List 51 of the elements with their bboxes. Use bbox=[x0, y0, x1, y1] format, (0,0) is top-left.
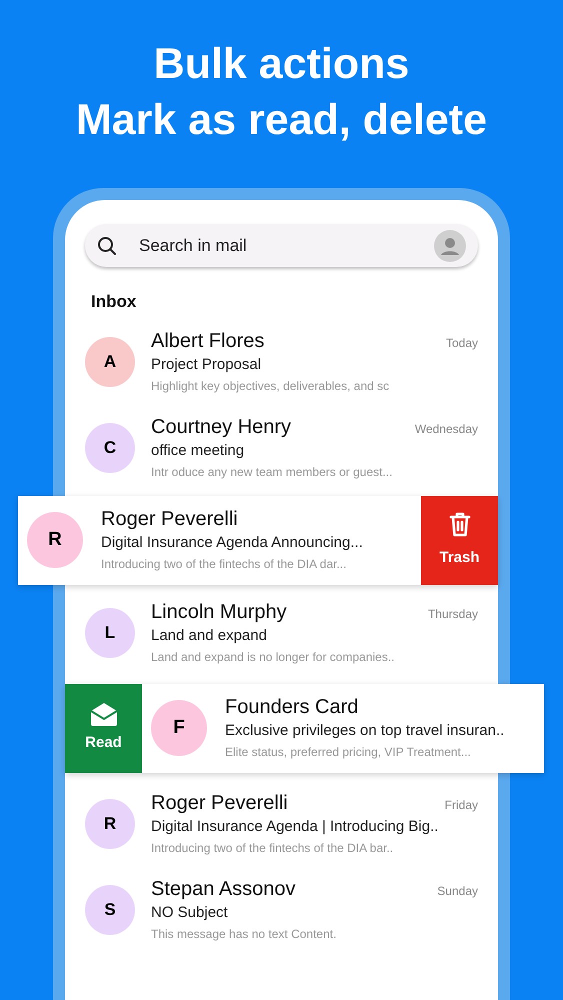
email-subject: Land and expand bbox=[151, 626, 268, 646]
search-icon bbox=[97, 236, 117, 256]
trash-icon bbox=[448, 510, 470, 537]
avatar: F bbox=[151, 700, 207, 756]
email-row[interactable]: R Roger Peverelli Digital Insurance Agenda Announcing... Introducing two of the fintechs of the DIA dar... Trash bbox=[18, 496, 498, 584]
email-subject: Digital Insurance Agenda Announcing... bbox=[101, 533, 364, 553]
sender-name: Courtney Henry bbox=[151, 414, 292, 440]
headline: Mark as read, delete bbox=[76, 95, 488, 146]
email-subject: Project Proposal bbox=[151, 354, 262, 374]
email-date: Wednesday bbox=[414, 420, 478, 438]
email-row[interactable]: Read F Founders Card Exclusive privileges on top travel insuran.. Elite status, preferred pricing, VIP Treatment... bbox=[65, 684, 544, 772]
email-row[interactable]: A Albert Flores Today Project Proposal Highlight key objectives, deliverables, and sc bbox=[65, 318, 498, 404]
headline: Bulk actions bbox=[154, 39, 410, 90]
avatar: A bbox=[85, 336, 135, 386]
email-row[interactable]: C Courtney Henry Wednesday office meeting Intr oduce any new team members or guest... bbox=[65, 404, 498, 490]
read-button[interactable]: Read bbox=[65, 684, 142, 772]
email-date: Thursday bbox=[428, 606, 478, 622]
email-preview: This message has no text Content. bbox=[151, 926, 338, 942]
email-date: Sunday bbox=[437, 882, 478, 900]
email-subject: Digital Insurance Agenda | Introducing Big.. bbox=[151, 816, 440, 836]
email-date: Today bbox=[446, 334, 478, 352]
sender-name: Roger Peverelli bbox=[151, 790, 288, 816]
email-subject: Exclusive privileges on top travel insuran.. bbox=[225, 721, 506, 741]
avatar: S bbox=[85, 884, 135, 934]
email-row[interactable]: L Lincoln Murphy Thursday Land and expand Land and expand is no longer for companies.. bbox=[65, 590, 498, 676]
sender-name: Roger Peverelli bbox=[101, 507, 238, 532]
sender-name: Stepan Assonov bbox=[151, 876, 296, 902]
email-date: Friday bbox=[444, 796, 478, 814]
email-row[interactable]: S Stepan Assonov Sunday NO Subject This message has no text Content. bbox=[65, 866, 498, 952]
sender-name: Albert Flores bbox=[151, 328, 264, 354]
sender-name: Founders Card bbox=[225, 695, 358, 720]
open-envelope-icon bbox=[90, 702, 118, 726]
avatar: L bbox=[85, 608, 135, 658]
email-preview: Intr oduce any new team members or guest... bbox=[151, 464, 394, 480]
avatar: C bbox=[85, 422, 135, 472]
email-preview: Elite status, preferred pricing, VIP Treatment... bbox=[225, 744, 472, 761]
email-preview: Introducing two of the fintechs of the DIA dar... bbox=[101, 556, 348, 573]
avatar: R bbox=[27, 512, 83, 568]
email-preview: Introducing two of the fintechs of the DIA bar.. bbox=[151, 840, 394, 856]
sender-name: Lincoln Murphy bbox=[151, 600, 287, 624]
trash-button[interactable]: Trash bbox=[421, 496, 498, 584]
email-subject: NO Subject bbox=[151, 902, 229, 922]
search-bar[interactable]: Search in mail bbox=[85, 224, 478, 267]
profile-avatar-icon[interactable] bbox=[434, 230, 466, 262]
email-subject: office meeting bbox=[151, 440, 246, 460]
search-field[interactable]: Search in mail bbox=[139, 232, 412, 258]
avatar: R bbox=[85, 798, 135, 848]
section-title: Inbox bbox=[90, 291, 138, 313]
email-preview: Highlight key objectives, deliverables, and sc bbox=[151, 378, 390, 394]
email-preview: Land and expand is no longer for companies.. bbox=[151, 648, 396, 666]
email-row[interactable]: R Roger Peverelli Friday Digital Insurance Agenda | Introducing Big.. Introducing two of the fintechs of the DIA bar.. bbox=[65, 780, 498, 866]
